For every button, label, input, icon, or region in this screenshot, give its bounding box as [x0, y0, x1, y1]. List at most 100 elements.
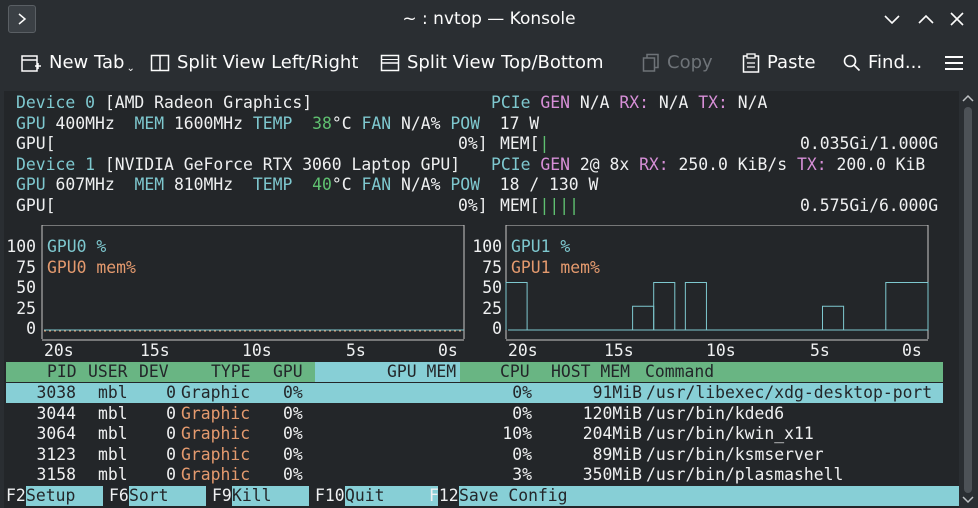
mem-clock-label: MEM: [134, 175, 165, 194]
cell-pid: 3064: [36, 424, 76, 443]
minimize-button[interactable]: [878, 5, 906, 33]
scroll-down-icon[interactable]: [962, 495, 974, 505]
chart1-ytick-100: 100: [472, 237, 502, 256]
chart1-ytick-0: 0: [492, 319, 502, 338]
chart0-xtick-0s: 0s: [438, 341, 458, 360]
fkey-f10[interactable]: F10: [315, 486, 345, 506]
fkey-label-quit[interactable]: Quit: [345, 486, 438, 506]
split-left-right-button[interactable]: Split View Left/Right: [150, 52, 358, 73]
maximize-button[interactable]: [912, 5, 940, 33]
title-bar: ~ : nvtop — Konsole: [0, 0, 978, 38]
device0-gpu-pct: 0%]: [458, 134, 488, 153]
col-gpu-mem[interactable]: GPU MEM: [387, 362, 456, 382]
mem-clock-value: 1600MHz: [173, 114, 244, 133]
mem-bar-fill: |: [539, 134, 550, 153]
chart0-xtick-20s: 20s: [44, 341, 74, 360]
rx-label: RX:: [639, 155, 669, 174]
rx-value: 250.0 KiB/s: [678, 155, 788, 174]
cell-dev: 0: [166, 424, 176, 443]
device0-mem-usage: 0.035Gi/1.000G: [800, 134, 939, 153]
mem-bar-open: MEM[: [500, 196, 540, 215]
fkey-f2[interactable]: F2: [6, 486, 26, 506]
close-button[interactable]: [943, 5, 971, 33]
col-type[interactable]: TYPE: [211, 362, 250, 382]
fkey-label-kill[interactable]: Kill: [232, 486, 309, 506]
split-vertical-icon: [150, 54, 170, 71]
fkey-f12[interactable]: F12: [429, 486, 459, 506]
fkey-label-setup[interactable]: Setup: [26, 486, 103, 506]
fkey-label-save-config[interactable]: Save Config: [459, 486, 959, 506]
chart1-step-0: [505, 282, 528, 330]
col-pid[interactable]: PID: [47, 362, 77, 382]
device1-mem-usage: 0.575Gi/6.000G: [800, 196, 939, 215]
paste-button[interactable]: Paste: [742, 52, 816, 73]
scrollbar-thumb[interactable]: [964, 107, 972, 493]
cell-command: /usr/bin/kwin_x11: [646, 424, 814, 443]
gpu-clock-label: GPU: [16, 114, 46, 133]
new-tab-button[interactable]: New Tab ⌄: [20, 52, 140, 74]
device1-gpu-bar: GPU[: [16, 196, 55, 216]
chart0-xtick-15s: 15s: [140, 341, 170, 360]
col-host-mem[interactable]: HOST MEM: [551, 362, 630, 382]
chart1-legend-mem: GPU1 mem%: [511, 258, 600, 277]
chart0-ytick-75: 75: [16, 258, 36, 277]
tx-label: TX:: [698, 93, 728, 112]
cell-cpu: 3%: [512, 465, 532, 484]
hamburger-icon: [945, 56, 963, 70]
rx-value: N/A: [658, 93, 689, 112]
fan-label: FAN: [361, 114, 392, 133]
cell-gpu: 0%: [283, 403, 303, 423]
cell-user: mbl: [98, 424, 128, 443]
pow-value: 17 W: [499, 114, 540, 133]
device1-pcie: PCIe GEN 2@ 8x RX: 250.0 KiB/s TX: 200.0…: [491, 155, 925, 175]
chart0-legend-mem: GPU0 mem%: [47, 258, 136, 277]
fkey-f9[interactable]: F9: [212, 486, 232, 506]
copy-icon: [642, 53, 659, 72]
new-tab-label: New Tab: [49, 52, 125, 73]
cell-pid: 3158: [36, 465, 76, 484]
copy-label: Copy: [667, 52, 713, 73]
cell-gpu: 0%: [283, 444, 303, 464]
chart1-xtick-10s: 10s: [706, 341, 736, 360]
find-button[interactable]: Find...: [843, 52, 922, 73]
split-top-bottom-label: Split View Top/Bottom: [407, 52, 604, 73]
hamburger-menu-button[interactable]: [944, 55, 964, 71]
chart0-ytick-100: 100: [6, 237, 36, 256]
gpu-bar-open: GPU[: [16, 196, 56, 215]
col-command[interactable]: Command: [645, 362, 714, 382]
pcie-label: PCIe: [491, 155, 531, 174]
cell-cpu: 0%: [512, 403, 532, 423]
device0-header: Device 0 [AMD Radeon Graphics]: [16, 93, 312, 113]
temp-value: 38: [312, 114, 332, 133]
split-top-bottom-button[interactable]: Split View Top/Bottom: [380, 52, 604, 73]
gen-value: N/A: [579, 93, 610, 112]
cell-host-mem: 350MiB: [582, 465, 642, 484]
copy-button[interactable]: Copy: [642, 52, 713, 73]
scroll-up-icon[interactable]: [962, 93, 974, 103]
cell-host-mem: 91MiB: [592, 383, 642, 402]
chart1-ytick-75: 75: [482, 258, 502, 277]
cell-dev: 0: [166, 383, 176, 402]
device1-name: [NVIDIA GeForce RTX 3060 Laptop GPU]: [104, 155, 461, 174]
pow-value: 18 / 130 W: [499, 175, 599, 194]
col-user[interactable]: USER: [88, 362, 127, 382]
cell-gpu: 0%: [283, 465, 303, 484]
chart1-step-2: [653, 282, 676, 330]
col-dev[interactable]: DEV: [139, 362, 169, 382]
fkey-f6[interactable]: F6: [109, 486, 129, 506]
cell-host-mem: 89MiB: [592, 444, 642, 464]
pow-label: POW: [450, 114, 480, 133]
chart1-step-4: [822, 305, 845, 330]
terminal-view[interactable]: Device 0 [AMD Radeon Graphics] PCIe GEN …: [4, 91, 959, 508]
cell-cpu: 0%: [512, 444, 532, 464]
device0-name: [AMD Radeon Graphics]: [104, 93, 313, 112]
fkey-label-sort[interactable]: Sort: [129, 486, 206, 506]
tx-label: TX:: [796, 155, 827, 174]
col-gpu[interactable]: GPU: [273, 362, 303, 382]
cell-user: mbl: [98, 383, 128, 402]
mem-bar-open: MEM[: [500, 134, 540, 153]
cell-host-mem: 120MiB: [582, 403, 642, 423]
col-cpu[interactable]: CPU: [500, 362, 530, 382]
mem-clock-value: 810MHz: [173, 175, 234, 194]
gpu-clock-value: 400MHz: [55, 114, 115, 133]
